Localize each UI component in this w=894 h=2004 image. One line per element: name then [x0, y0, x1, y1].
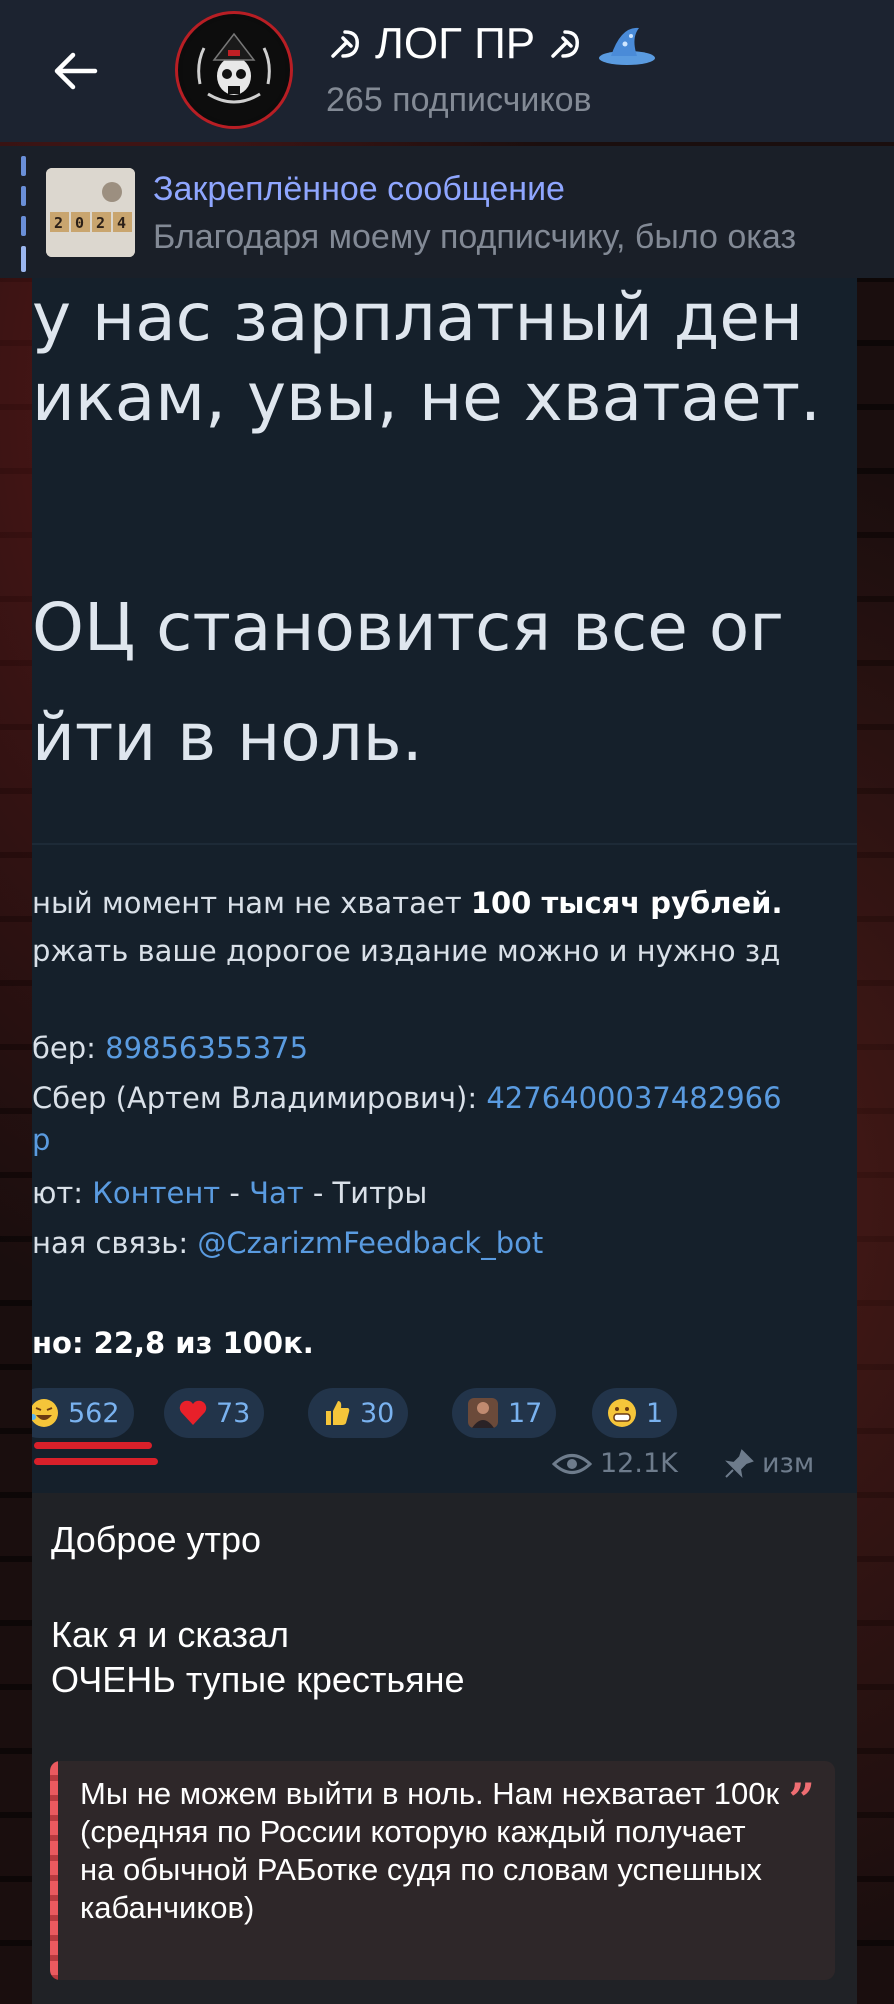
sber-phone-link[interactable]: 89856355375	[105, 1031, 308, 1065]
reaction-grin[interactable]: 1	[592, 1388, 678, 1438]
screenshot-card-line: Сбер (Артем Владимирович): 4276400037482…	[32, 1081, 782, 1115]
card-number-link[interactable]: 4276400037482966	[486, 1081, 781, 1115]
pinned-thumbnail: 2 0 2 4	[46, 168, 135, 257]
pinned-message-bar[interactable]: 2 0 2 4 Закреплённое сообщение Благодаря…	[0, 146, 894, 278]
views-count: 12.1K	[600, 1448, 678, 1479]
screenshot-progress-line: но: 22,8 из 100к.	[32, 1326, 314, 1360]
svg-text:2: 2	[96, 214, 105, 232]
reaction-count: 17	[508, 1397, 543, 1429]
screenshot-text-line: ржать ваше дорогое издание можно и нужно…	[32, 934, 781, 968]
reaction-thumbs-up[interactable]: 30	[308, 1388, 409, 1438]
red-underline-mark	[34, 1458, 158, 1465]
caption-line: Доброе утро	[51, 1519, 262, 1560]
screenshot-divider	[32, 843, 857, 845]
titles-text: Титры	[332, 1176, 428, 1210]
screenshot-links-line: ют: Контент - Чат - Титры	[32, 1176, 428, 1210]
subscriber-count: 265 подписчиков	[326, 81, 592, 119]
reaction-count: 30	[360, 1397, 395, 1429]
message-bubble[interactable]: у нас зарплатный ден икам, увы, не хвата…	[32, 278, 857, 2004]
pin-icon	[725, 1448, 754, 1478]
svg-text:2: 2	[54, 214, 63, 232]
hammer-sickle-icon	[331, 30, 359, 58]
screenshot-heading-line: икам, увы, не хватает.	[32, 359, 822, 436]
svg-text:4: 4	[117, 214, 126, 232]
screenshot-heading-line: у нас зарплатный ден	[32, 279, 804, 356]
screenshot-heading-line: ОЦ становится все ог	[32, 589, 784, 666]
blockquote: Мы не можем выйти в ноль. Нам нехватает …	[50, 1761, 835, 1980]
views-counter: 12.1K	[552, 1448, 678, 1479]
chat-header: ЛОГ ПР 265 подписчиков	[0, 0, 894, 142]
screenshot-card-tail: р	[32, 1123, 51, 1157]
attached-screenshot[interactable]: у нас зарплатный ден икам, увы, не хвата…	[32, 278, 857, 1493]
feedback-bot-link[interactable]: @CzarizmFeedback_bot	[197, 1226, 543, 1260]
pinned-preview: Благодаря моему подписчику, было оказ	[153, 218, 797, 256]
photo-sticker-icon	[468, 1398, 498, 1428]
screenshot-text-line: ный момент нам не хватает 100 тысяч рубл…	[32, 886, 783, 920]
red-underline-mark	[34, 1442, 152, 1449]
caption-line: ОЧЕНЬ тупые крестьяне	[51, 1659, 465, 1700]
back-arrow-icon	[54, 52, 98, 90]
quote-text: Мы не можем выйти в ноль. Нам нехватает …	[80, 1776, 780, 1925]
grin-emoji-icon	[608, 1399, 636, 1427]
channel-title[interactable]: ЛОГ ПР	[325, 18, 659, 70]
edited-label: изм	[724, 1448, 814, 1479]
back-button[interactable]	[44, 40, 106, 102]
reaction-sticker[interactable]: 17	[452, 1388, 557, 1438]
hammer-sickle-icon	[551, 30, 580, 58]
channel-title-text: ЛОГ ПР	[375, 19, 536, 68]
heart-icon	[179, 1400, 207, 1425]
edited-text: изм	[762, 1448, 815, 1479]
reactions-row: 562 73 30 17 1	[32, 1388, 857, 1438]
screenshot-heading-line: йти в ноль.	[32, 699, 423, 776]
screenshot-feedback-line: ная связь: @CzarizmFeedback_bot	[32, 1226, 544, 1260]
pinned-indicator	[21, 156, 26, 272]
reaction-count: 73	[216, 1397, 251, 1429]
reaction-heart[interactable]: 73	[164, 1388, 265, 1438]
screenshot-sber-line: бер: 89856355375	[32, 1031, 309, 1065]
wizard-hat-icon	[599, 27, 656, 65]
quote-mark-icon: ”	[788, 1773, 815, 1827]
reaction-count: 1	[646, 1397, 664, 1429]
content-link[interactable]: Контент	[92, 1176, 220, 1210]
quote-accent-bar	[50, 1761, 58, 1980]
reaction-count: 562	[68, 1397, 120, 1429]
channel-avatar[interactable]	[175, 11, 293, 129]
laughing-emoji-icon	[32, 1399, 58, 1427]
thumbs-up-icon	[326, 1401, 350, 1425]
caption-line: Как я и сказал	[51, 1614, 290, 1655]
chat-link[interactable]: Чат	[249, 1176, 304, 1210]
svg-text:0: 0	[75, 214, 84, 232]
eye-icon	[552, 1453, 592, 1474]
skull-logo-icon	[182, 18, 286, 122]
pinned-title: Закреплённое сообщение	[153, 170, 565, 208]
reaction-laughing[interactable]: 562	[32, 1388, 134, 1438]
